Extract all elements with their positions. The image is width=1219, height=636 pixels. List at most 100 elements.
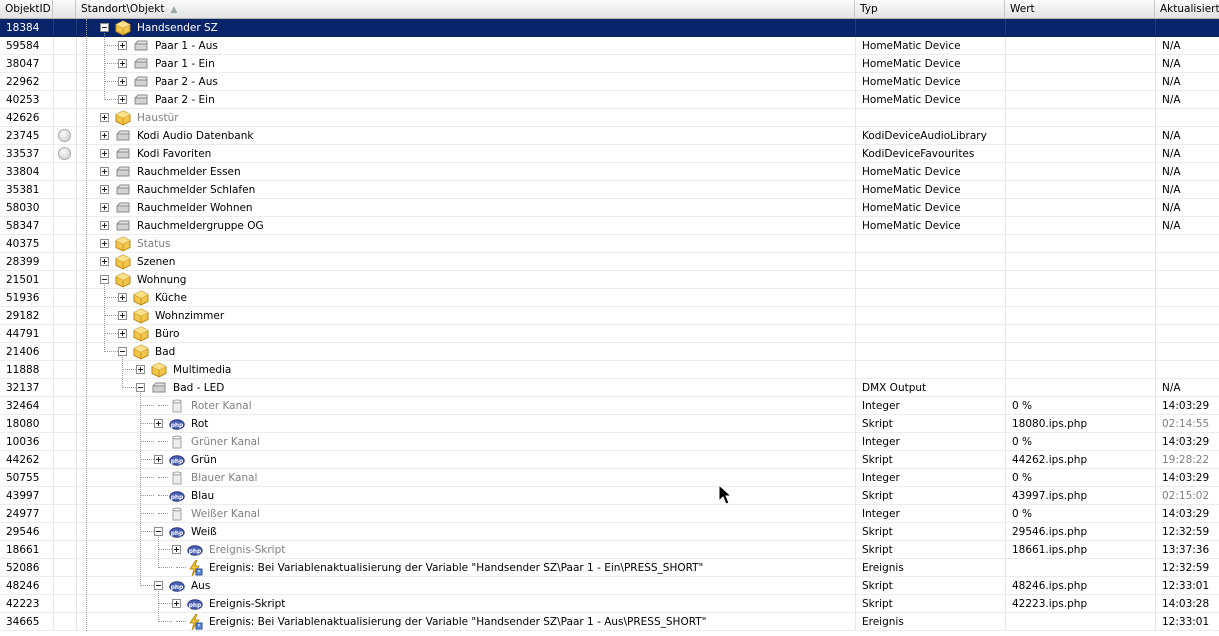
tree-row[interactable]: 18661 php Ereignis-Skript Skript 18661.ips.p… xyxy=(0,541,1219,559)
collapse-icon[interactable] xyxy=(118,347,127,356)
expand-icon[interactable] xyxy=(100,167,109,176)
tree-row[interactable]: 23745 Kodi Audio Datenbank KodiDeviceAudio… xyxy=(0,127,1219,145)
tree-row[interactable]: 21406 Bad xyxy=(0,343,1219,361)
column-separator xyxy=(855,181,856,198)
column-separator xyxy=(76,271,77,288)
column-separator xyxy=(53,145,54,162)
column-separator xyxy=(1005,451,1006,468)
tree-row[interactable]: 18384 Handsender SZ xyxy=(0,19,1219,37)
tree-row[interactable]: 58030 Rauchmelder Wohnen HomeMatic Device N… xyxy=(0,199,1219,217)
expand-icon[interactable] xyxy=(100,203,109,212)
tree-row[interactable]: 10036 Grüner Kanal Integer 0 % 14:03:29 xyxy=(0,433,1219,451)
collapse-icon[interactable] xyxy=(100,275,109,284)
expand-icon[interactable] xyxy=(172,545,181,554)
expand-icon[interactable] xyxy=(118,77,127,86)
column-separator xyxy=(53,253,54,270)
object-type: Skript xyxy=(862,490,893,502)
tree-row[interactable]: 48246 php Aus Skript 48246.ips.php 12:33:01 xyxy=(0,577,1219,595)
tree-row[interactable]: 44791 Büro xyxy=(0,325,1219,343)
object-id: 50755 xyxy=(6,472,40,484)
tree-row[interactable]: 50755 Blauer Kanal Integer 0 % 14:03:29 xyxy=(0,469,1219,487)
expand-icon[interactable] xyxy=(118,329,127,338)
tree-row[interactable]: 32137 Bad - LED DMX Output N/A xyxy=(0,379,1219,397)
tree-row[interactable]: 44262 php Grün Skript 44262.ips.php 19:28:22 xyxy=(0,451,1219,469)
tree-row[interactable]: 18080 php Rot Skript 18080.ips.php 02:14:55 xyxy=(0,415,1219,433)
tree-row[interactable]: 38047 Paar 1 - Ein HomeMatic Device N/A xyxy=(0,55,1219,73)
column-header-id[interactable]: ObjektID xyxy=(0,0,53,18)
object-label: Status xyxy=(137,238,171,250)
expand-icon[interactable] xyxy=(118,311,127,320)
tree-row[interactable]: 22962 Paar 2 - Aus HomeMatic Device N/A xyxy=(0,73,1219,91)
expand-icon[interactable] xyxy=(154,455,163,464)
expand-icon[interactable] xyxy=(118,59,127,68)
column-separator xyxy=(53,397,54,414)
expand-icon[interactable] xyxy=(172,599,181,608)
tree-row[interactable]: 32464 Roter Kanal Integer 0 % 14:03:29 xyxy=(0,397,1219,415)
expand-icon[interactable] xyxy=(100,239,109,248)
collapse-icon[interactable] xyxy=(136,383,145,392)
tree-row[interactable]: 40253 Paar 2 - Ein HomeMatic Device N/A xyxy=(0,91,1219,109)
column-separator xyxy=(855,109,856,126)
tree-row[interactable]: 40375 Status xyxy=(0,235,1219,253)
column-separator xyxy=(76,19,77,36)
column-header-object[interactable]: Standort\Objekt ▲ xyxy=(76,0,855,18)
tree-row[interactable]: 52086 Ereignis: Bei Variablenaktualisieru… xyxy=(0,559,1219,577)
expand-icon[interactable] xyxy=(100,257,109,266)
tree-row[interactable]: 34665 Ereignis: Bei Variablenaktualisieru… xyxy=(0,613,1219,631)
tree-row[interactable]: 59584 Paar 1 - Aus HomeMatic Device N/A xyxy=(0,37,1219,55)
object-value: 0 % xyxy=(1012,436,1032,448)
column-separator xyxy=(855,145,856,162)
column-separator xyxy=(855,433,856,450)
object-value xyxy=(1012,235,1152,252)
object-label: Blau xyxy=(191,490,215,502)
column-header-value[interactable]: Wert xyxy=(1005,0,1155,18)
expand-icon[interactable] xyxy=(100,185,109,194)
tree-row[interactable]: 11888 Multimedia xyxy=(0,361,1219,379)
expand-icon[interactable] xyxy=(136,365,145,374)
expand-icon[interactable] xyxy=(118,41,127,50)
tree-row[interactable]: 43997 php Blau Skript 43997.ips.php 02:15:02 xyxy=(0,487,1219,505)
tree-row[interactable]: 33537 Kodi Favoriten KodiDeviceFavourites N… xyxy=(0,145,1219,163)
object-type xyxy=(862,271,1002,288)
tree-connector xyxy=(176,621,186,622)
expand-icon[interactable] xyxy=(100,113,109,122)
status-indicator-icon xyxy=(58,147,71,160)
column-header-updated[interactable]: Aktualisiert xyxy=(1155,0,1219,18)
tree-row[interactable]: 42223 php Ereignis-Skript Skript 42223.ips.p… xyxy=(0,595,1219,613)
tree-row[interactable]: 42626 Haustür xyxy=(0,109,1219,127)
device-icon xyxy=(115,200,131,216)
object-tree[interactable]: ObjektID Standort\Objekt ▲ Typ Wert Aktua… xyxy=(0,0,1219,631)
object-id: 24977 xyxy=(6,508,40,520)
tree-row[interactable]: 51936 Küche xyxy=(0,289,1219,307)
object-label: Aus xyxy=(191,580,211,592)
collapse-icon[interactable] xyxy=(154,581,163,590)
expand-icon[interactable] xyxy=(154,419,163,428)
tree-connector xyxy=(158,495,168,496)
collapse-icon[interactable] xyxy=(154,527,163,536)
column-header-type[interactable]: Typ xyxy=(855,0,1005,18)
collapse-icon[interactable] xyxy=(100,23,109,32)
tree-row[interactable]: 29546 php Weiß Skript 29546.ips.php 12:32:59 xyxy=(0,523,1219,541)
column-separator xyxy=(855,325,856,342)
tree-row[interactable]: 24977 Weißer Kanal Integer 0 % 14:03:29 xyxy=(0,505,1219,523)
object-updated: N/A xyxy=(1162,58,1181,70)
object-updated xyxy=(1162,253,1219,270)
tree-row[interactable]: 33804 Rauchmelder Essen HomeMatic Device N/… xyxy=(0,163,1219,181)
device-icon xyxy=(115,146,131,162)
expand-icon[interactable] xyxy=(100,131,109,140)
expand-icon[interactable] xyxy=(100,221,109,230)
column-separator xyxy=(1005,163,1006,180)
column-separator xyxy=(1005,397,1006,414)
tree-row[interactable]: 35381 Rauchmelder Schlafen HomeMatic Devic… xyxy=(0,181,1219,199)
tree-row[interactable]: 21501 Wohnung xyxy=(0,271,1219,289)
tree-connector xyxy=(158,603,172,604)
expand-icon[interactable] xyxy=(100,149,109,158)
expand-icon[interactable] xyxy=(118,95,127,104)
column-header-status[interactable] xyxy=(53,0,76,18)
tree-row[interactable]: 29182 Wohnzimmer xyxy=(0,307,1219,325)
tree-row[interactable]: 28399 Szenen xyxy=(0,253,1219,271)
object-id: 40253 xyxy=(6,94,40,106)
column-separator xyxy=(76,199,77,216)
expand-icon[interactable] xyxy=(118,293,127,302)
tree-row[interactable]: 58347 Rauchmeldergruppe OG HomeMatic Devic… xyxy=(0,217,1219,235)
